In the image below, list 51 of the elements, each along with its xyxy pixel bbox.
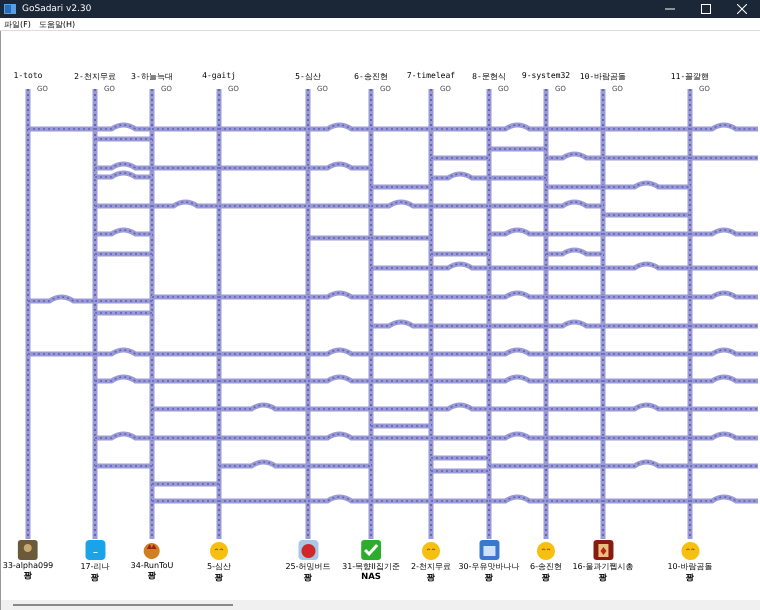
result-value: 꽝 bbox=[24, 570, 32, 582]
result-name: 31-목향II집기준 bbox=[342, 561, 400, 572]
calculator-icon bbox=[479, 540, 499, 560]
player-name: 11-꼴깔핸 bbox=[670, 71, 710, 82]
result-value: 꽝 bbox=[598, 572, 608, 584]
player-name: 1-toto bbox=[14, 71, 42, 80]
smiley-icon bbox=[209, 540, 229, 560]
result-name: 25-허밍버드 bbox=[285, 561, 331, 572]
result-value: 꽝 bbox=[214, 572, 224, 584]
result-value: 꽝 bbox=[484, 572, 494, 584]
result-name: 2-천지무료 bbox=[411, 561, 451, 572]
result-name: 17-리나 bbox=[80, 561, 110, 572]
player-name: 8-문현식 bbox=[472, 71, 506, 82]
player-name: 2-천지무료 bbox=[74, 71, 116, 82]
result-value: 꽝 bbox=[542, 572, 550, 584]
photo-placeholder bbox=[18, 540, 38, 560]
player-name: 5-심산 bbox=[295, 71, 321, 82]
horizontal-scrollbar[interactable] bbox=[0, 600, 760, 610]
result-name: 10-바람곰돌 bbox=[667, 561, 713, 572]
menu-item[interactable]: 도움말(H) bbox=[38, 18, 76, 30]
result-value: 꽝 bbox=[90, 572, 100, 584]
player-name: 9-system32 bbox=[522, 71, 570, 80]
result-value: 꽝 bbox=[304, 572, 312, 584]
player-name: 4-gaitj bbox=[202, 71, 236, 80]
scrollbar-thumb[interactable] bbox=[13, 604, 233, 606]
close-icon bbox=[737, 4, 747, 14]
result-value: 꽝 bbox=[148, 570, 156, 582]
menu-item[interactable]: 파일(F) bbox=[4, 18, 31, 30]
result-name: 30-우유맛바나나 bbox=[458, 561, 520, 572]
smiley-icon bbox=[680, 540, 700, 560]
smiley-icon bbox=[421, 540, 441, 560]
playing-cards-icon bbox=[593, 540, 613, 560]
player-name: 3-하늘늑대 bbox=[131, 71, 173, 82]
result-name: 16-울과기쩹시총 bbox=[572, 561, 634, 572]
result-name: 34-RunToU bbox=[130, 561, 174, 570]
result-name: 33-alpha099 bbox=[2, 561, 54, 570]
square-face-icon bbox=[85, 540, 105, 560]
result-name: 5-심산 bbox=[207, 561, 231, 572]
result-value: 꽝 bbox=[686, 572, 694, 584]
result-value: 꽝 bbox=[426, 572, 436, 584]
crown-badge-icon bbox=[142, 540, 162, 560]
smiley-icon bbox=[536, 540, 556, 560]
player-name: 10-바람곰돌 bbox=[580, 71, 626, 82]
player-name: 6-송진현 bbox=[354, 71, 388, 82]
result-value: NAS bbox=[361, 572, 381, 582]
result-name: 6-송진현 bbox=[530, 561, 562, 572]
player-name: 7-timeleaf bbox=[406, 71, 456, 80]
app-icon bbox=[4, 4, 16, 14]
window-title: GoSadari v2.30 bbox=[22, 4, 92, 14]
checkmark-icon bbox=[361, 540, 381, 560]
maximize-icon bbox=[701, 4, 711, 14]
